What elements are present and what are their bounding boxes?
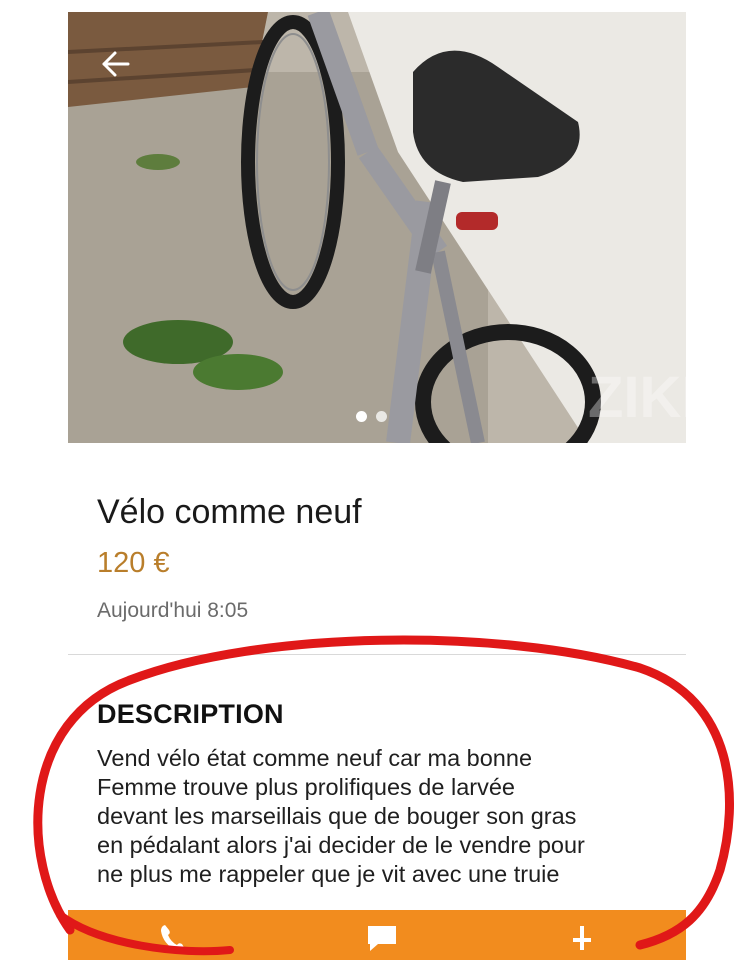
chat-bubble-icon [368, 926, 396, 951]
carousel-indicator [356, 411, 387, 422]
divider [68, 654, 686, 655]
listing-price: 120 € [97, 547, 170, 579]
description-line: devant les marseillais que de bouger son… [97, 803, 577, 829]
bicycle-photo: ZIKISS [68, 12, 686, 443]
action-bar [68, 910, 686, 960]
message-button[interactable] [364, 920, 400, 956]
carousel-dot[interactable] [376, 411, 387, 422]
share-button[interactable] [564, 920, 600, 956]
description-heading: DESCRIPTION [97, 699, 284, 729]
description-line: Vend vélo état comme neuf car ma bonne [97, 745, 533, 771]
description-line: en pédalant alors j'ai decider de le ven… [97, 832, 585, 858]
description-text: Vend vélo état comme neuf car ma bonne F… [97, 744, 681, 889]
listing-title: Vélo comme neuf [97, 493, 362, 531]
listing-card: ZIKISS Vélo comme neuf 120 € Aujourd'hui… [68, 12, 686, 960]
arrow-left-icon [102, 51, 130, 77]
description-line: ne plus me rappeler que je vit avec une … [97, 861, 560, 887]
share-icon [573, 926, 591, 950]
back-button[interactable] [96, 44, 136, 84]
call-button[interactable] [156, 920, 192, 956]
listing-date: Aujourd'hui 8:05 [97, 599, 249, 622]
carousel-dot-active[interactable] [356, 411, 367, 422]
phone-icon [161, 925, 185, 952]
watermark: ZIKISS [588, 365, 686, 430]
description-line: Femme trouve plus prolifiques de larvée [97, 774, 515, 800]
listing-photo[interactable]: ZIKISS [68, 12, 686, 443]
